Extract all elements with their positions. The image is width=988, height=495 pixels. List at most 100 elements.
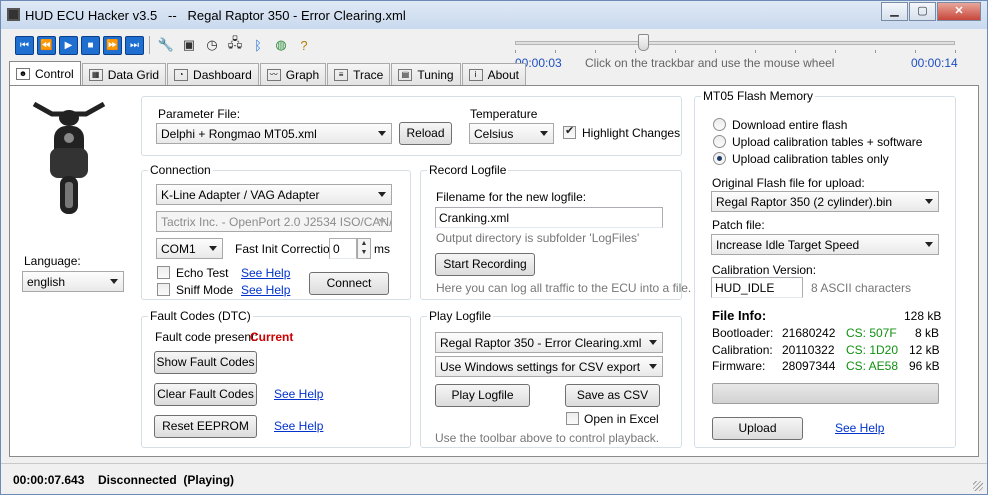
start-recording-button[interactable]: Start Recording	[435, 253, 535, 276]
download-flash-label: Download entire flash	[732, 118, 848, 132]
calibration-version-input[interactable]: HUD_IDLE	[711, 277, 803, 298]
playback-trackbar[interactable]	[515, 41, 955, 45]
trackbar-tick	[555, 50, 556, 53]
person-icon: ☻	[16, 68, 30, 80]
play-logfile-button[interactable]: Play Logfile	[435, 384, 530, 407]
original-flash-select[interactable]: Regal Raptor 350 (2 cylinder).bin	[711, 191, 939, 212]
highlight-changes-checkbox[interactable]	[563, 124, 576, 139]
download-flash-radio[interactable]	[713, 118, 726, 131]
upload-software-radio[interactable]	[713, 135, 726, 148]
bluetooth-icon[interactable]: ᛒ	[248, 36, 268, 55]
file-info-size: 128 kB	[904, 309, 942, 323]
upload-button[interactable]: Upload	[712, 417, 803, 440]
fast-init-spinner[interactable]: ▲ ▼	[357, 238, 371, 259]
upload-tables-radio[interactable]	[713, 152, 726, 165]
patch-file-label: Patch file:	[712, 218, 765, 232]
upload-progress-bar	[712, 383, 939, 404]
globe-icon[interactable]: ◍	[271, 36, 291, 55]
skip-start-icon[interactable]: ⏮	[15, 35, 34, 55]
play-title: Play Logfile	[427, 309, 494, 323]
sniff-help-link[interactable]: See Help	[241, 283, 290, 297]
com-port-select[interactable]: COM1	[156, 238, 223, 259]
csv-mode-select[interactable]: Use Windows settings for CSV export	[435, 356, 663, 377]
main-window: HUD ECU Hacker v3.5 -- Regal Raptor 350 …	[0, 0, 988, 495]
echo-test-label: Echo Test	[176, 266, 229, 280]
patch-file-select[interactable]: Increase Idle Target Speed	[711, 234, 939, 255]
output-dir-note: Output directory is subfolder 'LogFiles'	[436, 231, 640, 245]
calibration-label: Calibration:	[712, 343, 773, 357]
trackbar-hint: Click on the trackbar and use the mouse …	[585, 56, 835, 70]
open-excel-checkbox[interactable]	[566, 412, 579, 425]
reset-eeprom-button[interactable]: Reset EEPROM	[154, 415, 257, 438]
trackbar-tick	[755, 50, 756, 53]
resize-grip[interactable]	[973, 481, 983, 491]
device-select: Tactrix Inc. - OpenPort 2.0 J2534 ISO/CA…	[156, 211, 392, 232]
tab-bar: ☻ Control ▦ Data Grid ◔ Dashboard 〰 Graph ≡ T…	[9, 61, 527, 86]
skip-end-icon[interactable]: ⏭	[125, 35, 144, 55]
wrench-icon[interactable]: 🔧	[156, 36, 176, 55]
parameter-file-select[interactable]: Delphi + Rongmao MT05.xml	[156, 123, 392, 144]
play-icon[interactable]: ▶	[59, 35, 78, 55]
echo-test-checkbox[interactable]	[157, 266, 170, 279]
terminal-icon[interactable]: ▣	[179, 36, 199, 55]
firmware-size: 96 kB	[909, 359, 940, 373]
temperature-select[interactable]: Celsius	[469, 123, 554, 144]
close-button[interactable]: ✕	[937, 2, 981, 21]
title-bar: HUD ECU Hacker v3.5 -- Regal Raptor 350 …	[1, 1, 987, 29]
upload-software-label: Upload calibration tables + software	[732, 135, 923, 149]
fault-codes-group: Fault Codes (DTC) Fault code present: Cu…	[141, 309, 411, 448]
tab-dashboard[interactable]: ◔ Dashboard	[167, 63, 259, 85]
language-select[interactable]: english	[22, 271, 124, 292]
adapter-select[interactable]: K-Line Adapter / VAG Adapter	[156, 184, 392, 205]
open-excel-label: Open in Excel	[584, 412, 659, 426]
fault-present-value: Current	[250, 330, 294, 344]
reload-button[interactable]: Reload	[399, 122, 452, 145]
filename-label: Filename for the new logfile:	[436, 190, 587, 204]
minimize-button[interactable]: ▁	[881, 2, 908, 21]
reset-help-link[interactable]: See Help	[274, 419, 323, 433]
upload-tables-label: Upload calibration tables only	[732, 152, 889, 166]
echo-help-link[interactable]: See Help	[241, 266, 290, 280]
trackbar-tick	[515, 50, 516, 53]
bootloader-checksum: CS: 507F	[846, 326, 897, 340]
tab-control[interactable]: ☻ Control	[9, 61, 81, 86]
fast-init-input[interactable]: 0	[329, 238, 357, 259]
network-icon[interactable]: 🖧	[225, 35, 245, 55]
tab-about[interactable]: i About	[461, 63, 526, 85]
calibration-size: 12 kB	[909, 343, 940, 357]
flash-title: MT05 Flash Memory	[701, 89, 816, 103]
sniff-mode-checkbox[interactable]	[157, 283, 170, 296]
save-csv-button[interactable]: Save as CSV	[565, 384, 660, 407]
stop-icon[interactable]: ■	[81, 35, 100, 55]
chip-icon	[7, 8, 20, 21]
show-fault-codes-button[interactable]: Show Fault Codes	[154, 351, 257, 374]
trackbar-tick	[795, 50, 796, 53]
tab-tuning[interactable]: ▤ Tuning	[391, 63, 461, 85]
sniff-mode-label: Sniff Mode	[176, 283, 234, 297]
ms-label: ms	[374, 242, 390, 256]
logfile-name-input[interactable]: Cranking.xml	[435, 207, 663, 228]
fast-forward-icon[interactable]: ⏩	[103, 35, 122, 55]
tab-data-grid[interactable]: ▦ Data Grid	[81, 63, 167, 85]
rewind-icon[interactable]: ⏪	[37, 35, 56, 55]
firmware-label: Firmware:	[712, 359, 766, 373]
clear-fault-codes-button[interactable]: Clear Fault Codes	[154, 383, 257, 406]
table-icon: ▤	[398, 68, 413, 81]
flash-help-link[interactable]: See Help	[835, 421, 884, 435]
help-icon[interactable]: ?	[294, 36, 314, 55]
tab-graph[interactable]: 〰 Graph	[259, 63, 327, 85]
connect-button[interactable]: Connect	[309, 272, 389, 295]
play-file-select[interactable]: Regal Raptor 350 - Error Clearing.xml	[435, 332, 663, 353]
trackbar-tick	[675, 50, 676, 53]
calibration-version-label: Calibration Version:	[712, 263, 817, 277]
info-icon: i	[468, 68, 483, 81]
record-hint: Here you can log all traffic to the ECU …	[436, 281, 692, 295]
play-hint: Use the toolbar above to control playbac…	[435, 431, 660, 445]
tab-trace[interactable]: ≡ Trace	[327, 63, 391, 85]
clock-icon[interactable]: ◷	[202, 36, 222, 55]
maximize-button[interactable]: ▢	[909, 2, 936, 21]
trackbar-thumb[interactable]	[637, 34, 649, 51]
clear-help-link[interactable]: See Help	[274, 387, 323, 401]
control-panel: Language: english Parameter File: Delphi…	[9, 85, 979, 457]
firmware-value: 28097344	[782, 359, 836, 373]
